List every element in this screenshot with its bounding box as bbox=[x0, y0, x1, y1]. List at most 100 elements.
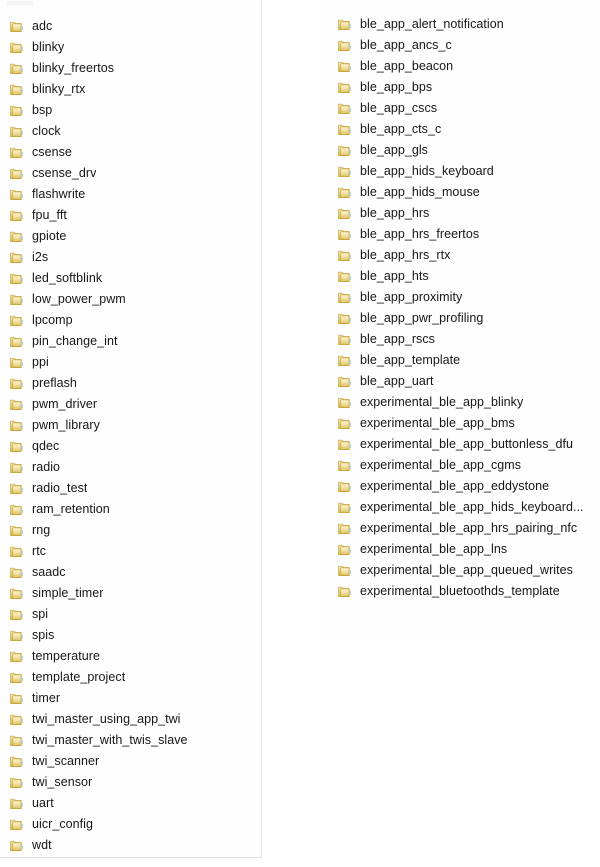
folder-list-item[interactable]: ble_app_template bbox=[325, 350, 600, 371]
folder-list-item[interactable]: blinky bbox=[0, 37, 261, 58]
folder-list-item[interactable]: spis bbox=[0, 625, 261, 646]
folder-list-item[interactable]: csense_drv bbox=[0, 163, 261, 184]
folder-list-item[interactable]: ble_app_beacon bbox=[325, 56, 600, 77]
folder-list-item[interactable]: blinky_freertos bbox=[0, 58, 261, 79]
folder-list-item[interactable]: flashwrite bbox=[0, 184, 261, 205]
folder-icon bbox=[338, 18, 352, 31]
folder-icon bbox=[338, 144, 352, 157]
folder-name: adc bbox=[32, 19, 53, 33]
folder-list-item[interactable]: twi_master_with_twis_slave bbox=[0, 730, 261, 751]
right-file-pane: ble_app_alert_notification ble_app_ancs_… bbox=[325, 0, 600, 641]
folder-list-item[interactable]: experimental_ble_app_queued_writes bbox=[325, 560, 600, 581]
folder-list-item[interactable]: ble_app_alert_notification bbox=[325, 14, 600, 35]
folder-list-item[interactable]: low_power_pwm bbox=[0, 289, 261, 310]
folder-name: rng bbox=[32, 523, 51, 537]
folder-list-item[interactable]: preflash bbox=[0, 373, 261, 394]
folder-list-item[interactable]: experimental_ble_app_cgms bbox=[325, 455, 600, 476]
folder-list-item[interactable]: qdec bbox=[0, 436, 261, 457]
folder-name: timer bbox=[32, 691, 61, 705]
folder-name: twi_scanner bbox=[32, 754, 100, 768]
folder-name: blinky_freertos bbox=[32, 61, 115, 75]
folder-list-item[interactable]: ble_app_hids_mouse bbox=[325, 182, 600, 203]
folder-list-item[interactable]: rtc bbox=[0, 541, 261, 562]
folder-list-item[interactable]: wdt bbox=[0, 835, 261, 856]
folder-name: ble_app_hts bbox=[360, 269, 429, 283]
folder-list-item[interactable]: twi_master_using_app_twi bbox=[0, 709, 261, 730]
folder-list-item[interactable]: radio_test bbox=[0, 478, 261, 499]
folder-list-item[interactable]: saadc bbox=[0, 562, 261, 583]
folder-list-item[interactable]: experimental_ble_app_hrs_pairing_nfc bbox=[325, 518, 600, 539]
folder-list-item[interactable]: ble_app_hids_keyboard bbox=[325, 161, 600, 182]
folder-name: i2s bbox=[32, 250, 49, 264]
folder-list-item[interactable]: radio bbox=[0, 457, 261, 478]
folder-list-item[interactable]: uicr_config bbox=[0, 814, 261, 835]
folder-list-item[interactable]: ble_app_cts_c bbox=[325, 119, 600, 140]
folder-icon bbox=[10, 83, 24, 96]
folder-list-item[interactable]: ble_app_hrs_rtx bbox=[325, 245, 600, 266]
folder-name: ble_app_cts_c bbox=[360, 122, 442, 136]
folder-name: experimental_ble_app_buttonless_dfu bbox=[360, 437, 574, 451]
folder-name: twi_master_with_twis_slave bbox=[32, 733, 188, 747]
folder-icon bbox=[10, 629, 24, 642]
folder-name: ble_app_hrs_freertos bbox=[360, 227, 480, 241]
folder-list-item[interactable]: ppi bbox=[0, 352, 261, 373]
folder-icon bbox=[10, 41, 24, 54]
folder-name: lpcomp bbox=[32, 313, 73, 327]
folder-list-item[interactable]: blinky_rtx bbox=[0, 79, 261, 100]
folder-list-item[interactable]: csense bbox=[0, 142, 261, 163]
folder-icon bbox=[338, 81, 352, 94]
folder-name: ble_app_template bbox=[360, 353, 461, 367]
folder-name: temperature bbox=[32, 649, 100, 663]
folder-list-item[interactable]: rng bbox=[0, 520, 261, 541]
folder-list-item[interactable]: ble_app_cscs bbox=[325, 98, 600, 119]
folder-list-item[interactable]: ble_app_ancs_c bbox=[325, 35, 600, 56]
folder-list-item[interactable]: ble_app_uart bbox=[325, 371, 600, 392]
folder-list-item[interactable]: adc bbox=[0, 16, 261, 37]
folder-list-item[interactable]: pin_change_int bbox=[0, 331, 261, 352]
folder-list-item[interactable]: ble_app_rscs bbox=[325, 329, 600, 350]
folder-list-item[interactable]: uart bbox=[0, 793, 261, 814]
folder-list-item[interactable]: ble_app_hts bbox=[325, 266, 600, 287]
folder-list-item[interactable]: template_project bbox=[0, 667, 261, 688]
folder-list-item[interactable]: twi_sensor bbox=[0, 772, 261, 793]
folder-list-item[interactable]: simple_timer bbox=[0, 583, 261, 604]
folder-name: uicr_config bbox=[32, 817, 93, 831]
folder-list-item[interactable]: ble_app_hrs bbox=[325, 203, 600, 224]
folder-name: simple_timer bbox=[32, 586, 104, 600]
folder-list-item[interactable]: ble_app_bps bbox=[325, 77, 600, 98]
folder-list-item[interactable]: led_softblink bbox=[0, 268, 261, 289]
folder-list-item[interactable]: experimental_ble_app_blinky bbox=[325, 392, 600, 413]
folder-list-item[interactable]: twi_scanner bbox=[0, 751, 261, 772]
folder-list-item[interactable]: pwm_driver bbox=[0, 394, 261, 415]
folder-list-item[interactable]: experimental_ble_app_eddystone bbox=[325, 476, 600, 497]
folder-list-item[interactable]: experimental_ble_app_bms bbox=[325, 413, 600, 434]
folder-list-item[interactable]: ble_app_proximity bbox=[325, 287, 600, 308]
folder-list-item[interactable]: i2s bbox=[0, 247, 261, 268]
folder-name: twi_sensor bbox=[32, 775, 93, 789]
folder-icon bbox=[10, 104, 24, 117]
folder-list-item[interactable]: ble_app_hrs_freertos bbox=[325, 224, 600, 245]
folder-list-item[interactable]: pwm_library bbox=[0, 415, 261, 436]
folder-icon bbox=[10, 587, 24, 600]
folder-list-item[interactable]: experimental_bluetoothds_template bbox=[325, 581, 600, 602]
folder-name: ble_app_hrs bbox=[360, 206, 430, 220]
folder-list-item[interactable]: experimental_ble_app_lns bbox=[325, 539, 600, 560]
folder-name: ble_app_proximity bbox=[360, 290, 463, 304]
folder-list-item[interactable]: experimental_ble_app_buttonless_dfu bbox=[325, 434, 600, 455]
folder-list-item[interactable]: gpiote bbox=[0, 226, 261, 247]
folder-list-item[interactable]: ble_app_gls bbox=[325, 140, 600, 161]
folder-name: clock bbox=[32, 124, 61, 138]
folder-list-item[interactable]: ram_retention bbox=[0, 499, 261, 520]
folder-list-item[interactable]: lpcomp bbox=[0, 310, 261, 331]
folder-icon bbox=[10, 230, 24, 243]
folder-list-item[interactable]: bsp bbox=[0, 100, 261, 121]
folder-list-item[interactable]: timer bbox=[0, 688, 261, 709]
folder-icon bbox=[338, 123, 352, 136]
folder-list-item[interactable]: spi bbox=[0, 604, 261, 625]
panel-gutter bbox=[263, 0, 325, 867]
folder-list-item[interactable]: experimental_ble_app_hids_keyboard... bbox=[325, 497, 600, 518]
folder-list-item[interactable]: fpu_fft bbox=[0, 205, 261, 226]
folder-list-item[interactable]: clock bbox=[0, 121, 261, 142]
folder-list-item[interactable]: ble_app_pwr_profiling bbox=[325, 308, 600, 329]
folder-list-item[interactable]: temperature bbox=[0, 646, 261, 667]
